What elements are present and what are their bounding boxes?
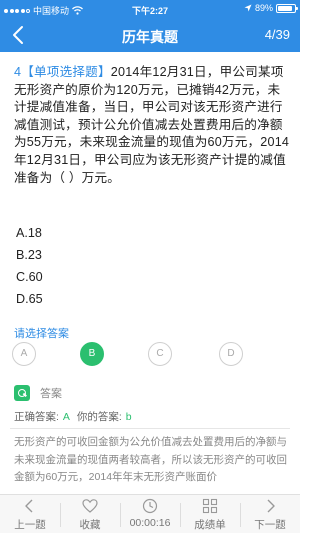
battery-percent: 89% — [254, 3, 273, 13]
choice-b-button[interactable]: B — [80, 342, 104, 366]
grid-icon — [202, 498, 218, 514]
timer-label: 00:00:16 — [129, 517, 171, 529]
scorecard-button[interactable]: 成绩单 — [180, 495, 240, 533]
location-icon — [244, 4, 252, 12]
answer-summary: 正确答案: A 你的答案: b — [14, 409, 132, 424]
battery-icon — [276, 3, 298, 13]
option-d: D.65 — [16, 292, 43, 306]
timer-button[interactable]: 00:00:16 — [120, 495, 180, 533]
scorecard-label: 成绩单 — [194, 519, 226, 531]
next-question-button[interactable]: 下一题 — [240, 495, 300, 533]
favorite-label: 收藏 — [79, 519, 101, 531]
choice-d-button[interactable]: D — [219, 342, 243, 366]
question-body: 2014年12月31日，甲公司某项无形资产的原价为120万元，已摊销42万元，未… — [14, 65, 290, 185]
correct-answer-label: 正确答案: — [14, 411, 59, 423]
page-title: 历年真题 — [122, 29, 178, 45]
battery-fill — [278, 5, 292, 11]
correct-answer-value: A — [62, 411, 70, 423]
explanation-text: 无形资产的可收回金额为公允价值减去处置费用后的净额与未来现金流量的现值两者较高者… — [14, 436, 287, 483]
next-question-label: 下一题 — [254, 519, 286, 531]
option-list: A.18 B.23 C.60 D.65 — [16, 222, 43, 310]
option-b: B.23 — [16, 248, 42, 262]
divider — [10, 428, 290, 429]
choice-c-button[interactable]: C — [148, 342, 172, 366]
option-a: A.18 — [16, 226, 42, 240]
question-progress: 4/39 — [264, 27, 290, 42]
option-c: C.60 — [16, 270, 43, 284]
my-answer-label: 你的答案: — [76, 411, 122, 423]
question-type: 【单项选择题】 — [21, 65, 111, 79]
my-answer-value: b — [125, 411, 132, 423]
arrow-left-icon — [25, 499, 33, 513]
favorite-button[interactable]: 收藏 — [60, 495, 120, 533]
answer-header: 答案 — [14, 384, 62, 402]
answer-choices: A B C D — [0, 342, 300, 368]
choice-a-button[interactable]: A — [12, 342, 36, 366]
arrow-right-icon — [267, 499, 275, 513]
status-bar: 中国移动 下午2:27 89% — [0, 0, 300, 18]
answer-icon — [14, 385, 30, 401]
status-right: 89% — [244, 3, 298, 13]
answer-heading: 答案 — [40, 388, 62, 400]
clock-icon — [142, 498, 158, 514]
prev-question-button[interactable]: 上一题 — [0, 495, 60, 533]
question-text-block: 4【单项选择题】2014年12月31日，甲公司某项无形资产的原价为120万元，已… — [14, 64, 290, 187]
bottom-toolbar: 上一题 收藏 00:00:16 成绩单 下一题 — [0, 494, 300, 533]
choice-prompt: 请选择答案 — [14, 328, 69, 340]
nav-bar: 历年真题 4/39 — [0, 18, 300, 52]
heart-icon — [82, 499, 98, 513]
prev-question-label: 上一题 — [14, 519, 46, 531]
